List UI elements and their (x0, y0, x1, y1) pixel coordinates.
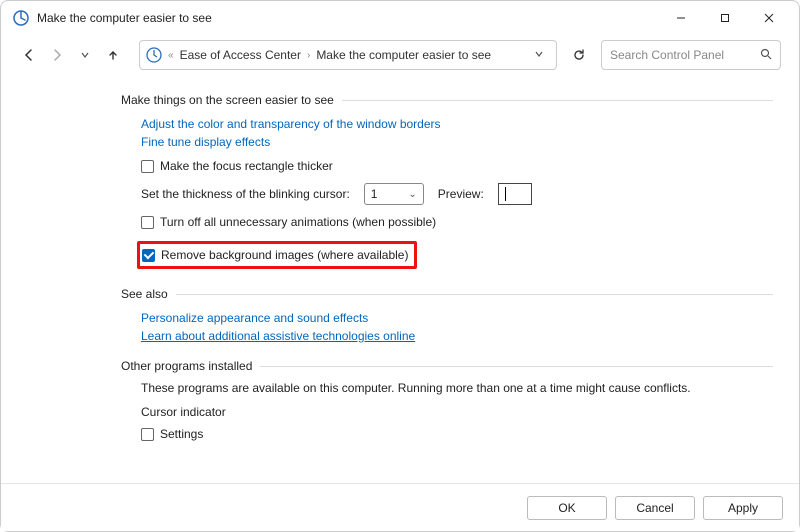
checkbox-label: Make the focus rectangle thicker (160, 159, 333, 173)
breadcrumb-root-chevrons[interactable]: « (168, 50, 174, 61)
breadcrumb-item-ease-of-access[interactable]: Ease of Access Center (180, 48, 301, 62)
cursor-indicator-label: Cursor indicator (141, 405, 773, 419)
section-make-things-easier: Make things on the screen easier to see (121, 93, 773, 107)
back-button[interactable] (19, 45, 39, 65)
window-title: Make the computer easier to see (37, 11, 212, 25)
maximize-button[interactable] (703, 3, 747, 33)
checkbox-icon (141, 160, 154, 173)
other-programs-description: These programs are available on this com… (141, 381, 773, 395)
section-heading: See also (121, 287, 168, 301)
checkbox-label: Turn off all unnecessary animations (whe… (160, 215, 436, 229)
checkbox-label: Remove background images (where availabl… (161, 248, 408, 262)
preview-label: Preview: (438, 187, 484, 201)
search-input[interactable]: Search Control Panel (601, 40, 781, 70)
cursor-thickness-row: Set the thickness of the blinking cursor… (141, 183, 773, 205)
link-personalize[interactable]: Personalize appearance and sound effects (141, 311, 368, 325)
chevron-down-icon: ⌄ (408, 189, 416, 200)
breadcrumb-item-make-easier[interactable]: Make the computer easier to see (316, 48, 491, 62)
app-icon (13, 10, 29, 26)
section-other-programs: Other programs installed (121, 359, 773, 373)
cursor-thickness-select[interactable]: 1 ⌄ (364, 183, 424, 205)
link-adjust-borders[interactable]: Adjust the color and transparency of the… (141, 117, 441, 131)
checkbox-focus-rectangle[interactable]: Make the focus rectangle thicker (141, 159, 773, 173)
forward-button[interactable] (47, 45, 67, 65)
link-fine-tune[interactable]: Fine tune display effects (141, 135, 270, 149)
section-heading: Other programs installed (121, 359, 252, 373)
window-frame: Make the computer easier to see (0, 0, 800, 532)
cursor-preview (498, 183, 532, 205)
search-placeholder: Search Control Panel (610, 48, 760, 62)
ok-button[interactable]: OK (527, 496, 607, 520)
recent-locations-dropdown[interactable] (75, 45, 95, 65)
apply-button[interactable]: Apply (703, 496, 783, 520)
content-area: Make things on the screen easier to see … (1, 75, 799, 483)
checkbox-turn-off-animations[interactable]: Turn off all unnecessary animations (whe… (141, 215, 773, 229)
search-icon (760, 48, 772, 63)
checkbox-icon (141, 216, 154, 229)
control-panel-icon (146, 47, 162, 63)
checkbox-cursor-indicator-settings[interactable]: Settings (141, 427, 773, 441)
breadcrumb-dropdown[interactable] (528, 48, 550, 62)
titlebar: Make the computer easier to see (1, 1, 799, 35)
section-see-also: See also (121, 287, 773, 301)
checkbox-remove-background[interactable]: Remove background images (where availabl… (142, 248, 408, 262)
chevron-right-icon: › (307, 50, 310, 61)
link-assistive-technologies[interactable]: Learn about additional assistive technol… (141, 329, 415, 343)
checkbox-label: Settings (160, 427, 203, 441)
up-button[interactable] (103, 45, 123, 65)
refresh-button[interactable] (565, 41, 593, 69)
cancel-button[interactable]: Cancel (615, 496, 695, 520)
checkbox-icon (142, 249, 155, 262)
close-button[interactable] (747, 3, 791, 33)
highlighted-option: Remove background images (where availabl… (137, 241, 417, 269)
nav-row: « Ease of Access Center › Make the compu… (1, 35, 799, 75)
cursor-caret-icon (505, 187, 506, 201)
section-heading: Make things on the screen easier to see (121, 93, 334, 107)
breadcrumb[interactable]: « Ease of Access Center › Make the compu… (139, 40, 557, 70)
checkbox-icon (141, 428, 154, 441)
minimize-button[interactable] (659, 3, 703, 33)
cursor-thickness-label: Set the thickness of the blinking cursor… (141, 187, 350, 201)
cursor-thickness-value: 1 (371, 187, 378, 201)
dialog-footer: OK Cancel Apply (1, 483, 799, 531)
